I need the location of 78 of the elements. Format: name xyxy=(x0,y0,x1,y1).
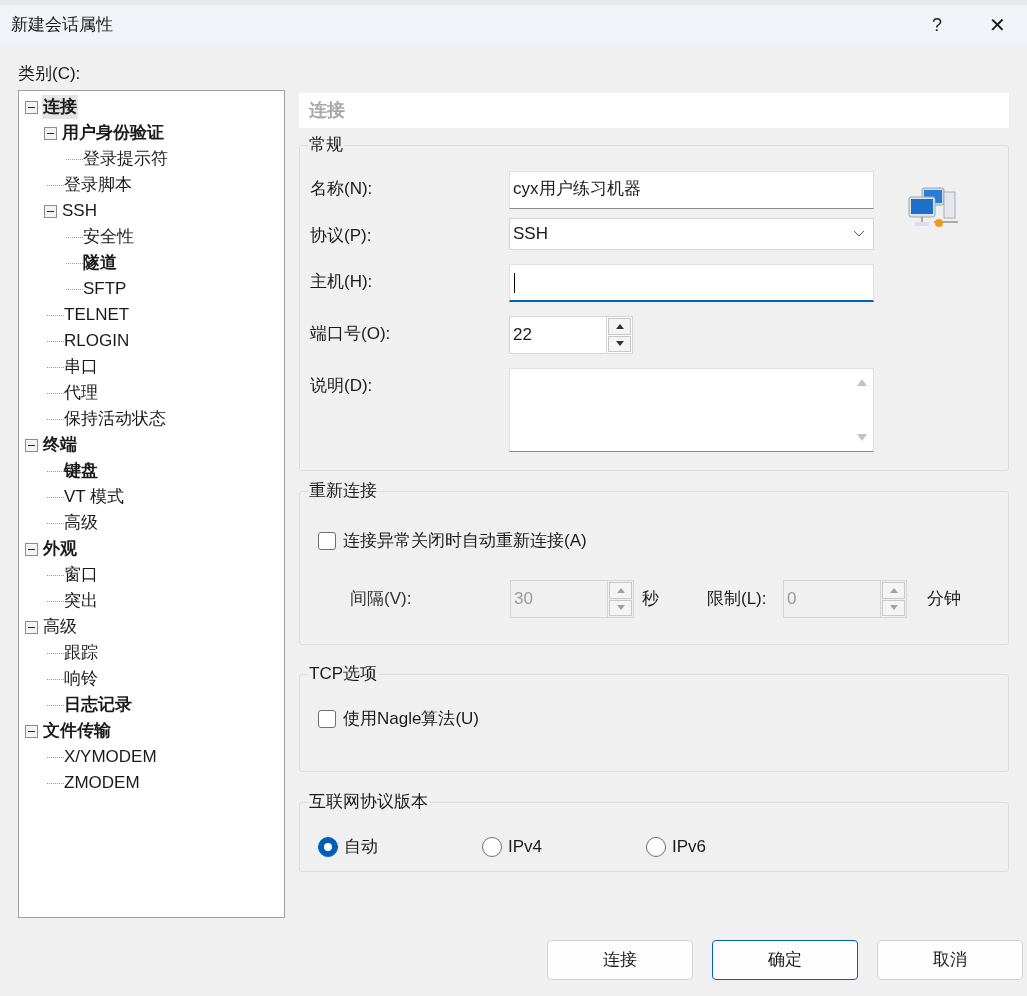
protocol-dropdown[interactable]: SSH xyxy=(509,218,874,250)
tree-item[interactable]: 串口 xyxy=(63,355,99,379)
group-title: 重新连接 xyxy=(308,480,378,502)
spin-up-button[interactable] xyxy=(608,318,631,335)
dropdown-value: SSH xyxy=(513,223,549,246)
field-label: 限制(L): xyxy=(707,588,768,611)
host-input-field[interactable] xyxy=(509,264,874,302)
tree-item[interactable]: TELNET xyxy=(63,303,131,327)
category-label: 类别(C): xyxy=(18,63,82,85)
tree-item[interactable]: 高级 xyxy=(63,511,99,535)
radio-label[interactable]: IPv6 xyxy=(672,834,707,860)
tree-item[interactable]: 文件传输 xyxy=(42,719,112,743)
spin-value: 30 xyxy=(513,588,534,610)
field-label: 协议(P): xyxy=(309,225,373,247)
window-title: 新建会话属性 xyxy=(11,14,114,37)
spin-value: 0 xyxy=(786,588,798,610)
tree-item[interactable]: VT 模式 xyxy=(63,485,126,509)
tree-item[interactable]: 保持活动状态 xyxy=(63,407,167,431)
tree-item[interactable]: 高级 xyxy=(42,615,78,639)
tree-item[interactable]: 键盘 xyxy=(63,459,99,483)
tree-item[interactable]: 安全性 xyxy=(82,225,135,249)
radio-button[interactable] xyxy=(646,836,666,857)
collapse-icon[interactable] xyxy=(25,542,38,556)
tree-item[interactable]: 隧道 xyxy=(82,251,118,275)
radio-button[interactable] xyxy=(318,836,338,857)
down-arrow-icon xyxy=(856,434,868,442)
checkbox-label[interactable]: 使用Nagle算法(U) xyxy=(343,706,480,732)
tree-item[interactable]: 日志记录 xyxy=(63,693,133,717)
checkbox[interactable] xyxy=(318,709,336,728)
tree-item[interactable]: 用户身份验证 xyxy=(61,121,165,145)
close-button[interactable]: ✕ xyxy=(967,5,1027,45)
collapse-icon[interactable] xyxy=(25,620,38,634)
tree-item[interactable]: 连接 xyxy=(42,95,78,119)
port-spinbox[interactable]: 22 xyxy=(509,316,633,354)
help-button[interactable]: ? xyxy=(907,5,967,45)
collapse-icon[interactable] xyxy=(25,100,38,114)
radio-label[interactable]: IPv4 xyxy=(508,834,543,860)
tree-item[interactable]: SSH xyxy=(61,199,98,223)
tree-item[interactable]: 代理 xyxy=(63,381,99,405)
tree-item[interactable]: 窗口 xyxy=(63,563,99,587)
up-arrow-icon xyxy=(856,378,868,386)
checkbox[interactable] xyxy=(318,531,336,550)
spin-value: 22 xyxy=(512,324,533,346)
field-label: 说明(D): xyxy=(309,375,374,397)
tree-item[interactable]: 登录脚本 xyxy=(63,173,133,197)
unit-label: 分钟 xyxy=(927,588,961,611)
tree-item[interactable]: 终端 xyxy=(42,433,78,457)
name-input-field[interactable]: cyx用户练习机器 xyxy=(509,171,874,209)
tree-item[interactable]: SFTP xyxy=(82,277,128,301)
tree-item[interactable]: 登录提示符 xyxy=(82,147,169,171)
unit-label: 秒 xyxy=(642,588,660,611)
tree-item[interactable]: X/YMODEM xyxy=(63,745,158,769)
dialog-button[interactable]: 连接 xyxy=(547,940,693,980)
collapse-icon[interactable] xyxy=(44,204,57,218)
group-title: 互联网协议版本 xyxy=(308,791,429,813)
collapse-icon[interactable] xyxy=(44,126,57,140)
page-title: 连接 xyxy=(299,93,1009,128)
tree-item[interactable]: 响铃 xyxy=(63,667,99,691)
group-title: TCP选项 xyxy=(308,663,378,685)
tree-item[interactable]: 外观 xyxy=(42,537,78,561)
field-label: 主机(H): xyxy=(309,271,374,293)
spin-down-button[interactable] xyxy=(608,335,631,352)
tree-item[interactable]: RLOGIN xyxy=(63,329,131,353)
tree-item[interactable]: ZMODEM xyxy=(63,771,141,795)
field-label: 名称(N): xyxy=(309,178,374,200)
dialog-button[interactable]: 取消 xyxy=(877,940,1023,980)
radio-button[interactable] xyxy=(482,836,502,857)
radio-label[interactable]: 自动 xyxy=(344,834,378,860)
checkbox-label[interactable]: 连接异常关闭时自动重新连接(A) xyxy=(343,528,587,554)
field-label: 间隔(V): xyxy=(350,588,413,611)
tree-item[interactable]: 跟踪 xyxy=(63,641,99,665)
text-cursor xyxy=(514,272,515,293)
collapse-icon[interactable] xyxy=(25,724,38,738)
chevron-down-icon xyxy=(853,230,865,238)
field-label: 端口号(O): xyxy=(309,323,392,345)
tree-item[interactable]: 突出 xyxy=(63,589,99,613)
collapse-icon[interactable] xyxy=(25,438,38,452)
dialog-button[interactable]: 确定 xyxy=(712,940,858,980)
